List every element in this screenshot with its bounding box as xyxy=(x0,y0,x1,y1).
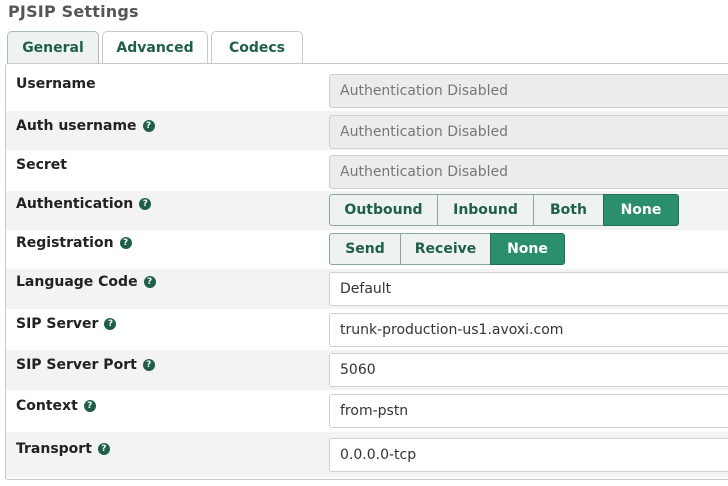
row-context: Context ? from-pstn xyxy=(6,390,728,432)
registration-toggle: Send Receive None xyxy=(329,233,565,265)
authentication-both-button[interactable]: Both xyxy=(533,194,604,226)
page-title: PJSIP Settings xyxy=(8,2,139,21)
sip-server-label: SIP Server ? xyxy=(16,316,117,332)
authentication-none-button[interactable]: None xyxy=(603,194,679,226)
sip-server-input[interactable]: trunk-production-us1.avoxi.com xyxy=(329,313,728,347)
secret-label: Secret xyxy=(16,157,67,173)
tab-codecs[interactable]: Codecs xyxy=(211,31,303,63)
authentication-inbound-button[interactable]: Inbound xyxy=(437,194,534,226)
row-transport: Transport ? 0.0.0.0-tcp xyxy=(6,432,728,477)
username-field[interactable]: Authentication Disabled xyxy=(329,74,728,108)
help-icon[interactable]: ? xyxy=(104,318,117,330)
row-sip-server: SIP Server ? trunk-production-us1.avoxi.… xyxy=(6,309,728,350)
tab-general[interactable]: General xyxy=(7,31,99,64)
registration-receive-button[interactable]: Receive xyxy=(400,233,491,265)
auth-username-label: Auth username ? xyxy=(16,118,155,134)
help-icon[interactable]: ? xyxy=(83,400,96,412)
row-username: Username Authentication Disabled xyxy=(6,70,728,110)
language-code-label: Language Code ? xyxy=(16,274,156,290)
authentication-label: Authentication ? xyxy=(16,196,152,212)
row-registration: Registration ? Send Receive None xyxy=(6,230,728,269)
row-language-code: Language Code ? Default xyxy=(6,269,728,309)
help-icon[interactable]: ? xyxy=(119,237,132,249)
row-auth-username: Auth username ? Authentication Disabled xyxy=(6,111,728,150)
auth-username-field[interactable]: Authentication Disabled xyxy=(329,115,728,149)
sip-server-port-input[interactable]: 5060 xyxy=(329,353,728,387)
help-icon[interactable]: ? xyxy=(139,198,152,210)
help-icon[interactable]: ? xyxy=(143,276,156,288)
help-icon[interactable]: ? xyxy=(97,443,110,455)
registration-label: Registration ? xyxy=(16,235,132,251)
tab-advanced[interactable]: Advanced xyxy=(102,31,208,63)
row-authentication: Authentication ? Outbound Inbound Both N… xyxy=(6,191,728,230)
context-input[interactable]: from-pstn xyxy=(329,394,728,428)
help-icon[interactable]: ? xyxy=(142,359,155,371)
transport-label: Transport ? xyxy=(16,441,110,457)
row-secret: Secret Authentication Disabled xyxy=(6,151,728,191)
authentication-outbound-button[interactable]: Outbound xyxy=(329,194,438,226)
help-icon[interactable]: ? xyxy=(142,120,155,132)
registration-none-button[interactable]: None xyxy=(490,233,565,265)
row-sip-server-port: SIP Server Port ? 5060 xyxy=(6,350,728,390)
language-code-select[interactable]: Default xyxy=(329,272,728,306)
sip-server-port-label: SIP Server Port ? xyxy=(16,357,155,373)
authentication-toggle: Outbound Inbound Both None xyxy=(329,194,679,226)
registration-send-button[interactable]: Send xyxy=(329,233,401,265)
context-label: Context ? xyxy=(16,398,96,414)
username-label: Username xyxy=(16,76,96,92)
transport-select[interactable]: 0.0.0.0-tcp xyxy=(329,438,728,472)
secret-field[interactable]: Authentication Disabled xyxy=(329,155,728,189)
